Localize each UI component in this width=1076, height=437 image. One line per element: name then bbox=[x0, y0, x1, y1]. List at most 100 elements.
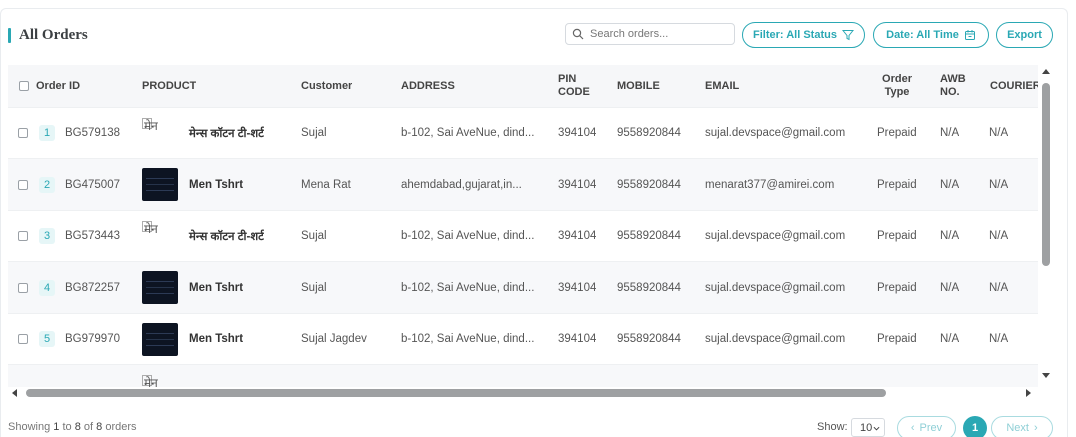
scroll-up-arrow-icon[interactable] bbox=[1042, 69, 1050, 74]
page-title: All Orders bbox=[19, 27, 88, 43]
table-row[interactable]: 1 BG579138 मेन मेन्स कॉटन टी-शर्ट Sujal … bbox=[8, 108, 1038, 159]
courier: N/A bbox=[989, 178, 1009, 191]
col-order-id[interactable]: Order ID bbox=[36, 65, 80, 107]
courier: N/A bbox=[989, 230, 1009, 242]
order-type: Prepaid bbox=[877, 230, 917, 242]
table-header-row: Order ID PRODUCT Customer ADDRESS PIN CO… bbox=[8, 65, 1038, 108]
showing-summary: Showing 1 to 8 of 8 orders bbox=[8, 421, 137, 433]
date-filter-label: Date: All Time bbox=[886, 29, 959, 41]
col-courier[interactable]: COURIER bbox=[990, 65, 1038, 107]
table-row[interactable]: 4 BG872257 Men Tshrt Sujal b-102, Sai Av… bbox=[8, 262, 1038, 314]
row-checkbox[interactable] bbox=[18, 282, 28, 293]
order-type: Prepaid bbox=[877, 178, 917, 191]
orders-table: Order ID PRODUCT Customer ADDRESS PIN CO… bbox=[8, 65, 1038, 387]
next-page-button[interactable]: Next › bbox=[991, 416, 1053, 437]
col-awb-line2: NO. bbox=[940, 86, 960, 98]
filter-status-button[interactable]: Filter: All Status bbox=[742, 22, 865, 48]
mobile: 9558920844 bbox=[617, 230, 681, 242]
address: b-102, Sai AveNue, dind... bbox=[401, 281, 535, 294]
pin-code: 394104 bbox=[558, 127, 597, 139]
row-checkbox[interactable] bbox=[18, 179, 28, 190]
order-id: BG872257 bbox=[65, 281, 120, 294]
order-type: Prepaid bbox=[877, 333, 917, 345]
col-mobile[interactable]: MOBILE bbox=[617, 65, 660, 107]
export-button[interactable]: Export bbox=[996, 22, 1053, 48]
col-pin-code-line1: PIN bbox=[558, 73, 577, 85]
next-page-label: Next bbox=[1006, 422, 1029, 434]
date-filter-button[interactable]: Date: All Time bbox=[873, 22, 989, 48]
customer-name: Sujal bbox=[301, 281, 327, 294]
customer-name: Sujal bbox=[301, 230, 327, 242]
col-awb[interactable]: AWB NO. bbox=[940, 65, 966, 107]
order-id: BG475007 bbox=[65, 178, 120, 191]
row-checkbox[interactable] bbox=[18, 334, 28, 344]
email: sujal.devspace@gmail.com bbox=[705, 127, 846, 139]
page-size-value: 10 bbox=[860, 421, 873, 434]
export-label: Export bbox=[1007, 29, 1042, 41]
mobile: 9558920844 bbox=[617, 333, 681, 345]
address: ahemdabad,gujarat,in... bbox=[401, 178, 522, 191]
calendar-icon bbox=[964, 30, 975, 40]
order-type: Prepaid bbox=[877, 127, 917, 139]
select-all-checkbox[interactable] bbox=[19, 81, 29, 91]
vertical-scrollbar[interactable] bbox=[1040, 67, 1052, 385]
address: b-102, Sai AveNue, dind... bbox=[401, 127, 535, 139]
customer-name: Sujal bbox=[301, 127, 327, 139]
product-name: Men Tshrt bbox=[189, 281, 244, 294]
order-id: BG579138 bbox=[65, 127, 120, 139]
vertical-scroll-thumb[interactable] bbox=[1042, 83, 1050, 266]
table-row[interactable]: 2 BG475007 Men Tshrt Mena Rat ahemdabad,… bbox=[8, 159, 1038, 211]
product-name: मेन्स कॉटन टी-शर्ट bbox=[189, 127, 264, 140]
col-customer[interactable]: Customer bbox=[301, 65, 352, 107]
prev-page-button[interactable]: ‹ Prev bbox=[897, 416, 956, 437]
current-page-button[interactable]: 1 bbox=[963, 416, 987, 437]
col-order-type[interactable]: Order Type bbox=[878, 65, 916, 107]
product-image: मेन bbox=[142, 221, 178, 254]
awb-number: N/A bbox=[940, 230, 960, 242]
filter-icon bbox=[841, 30, 854, 41]
search-box[interactable] bbox=[565, 23, 735, 45]
chevron-down-icon bbox=[873, 426, 880, 431]
page-title-wrap: All Orders bbox=[8, 27, 88, 44]
row-checkbox[interactable] bbox=[18, 231, 28, 241]
page-size-select[interactable]: 10 bbox=[851, 418, 885, 437]
awb-number: N/A bbox=[940, 333, 960, 345]
horizontal-scrollbar[interactable] bbox=[8, 386, 1038, 400]
order-id: BG979970 bbox=[65, 333, 120, 345]
select-all-cell[interactable] bbox=[19, 65, 29, 107]
scroll-left-arrow-icon[interactable] bbox=[12, 389, 17, 397]
search-input[interactable] bbox=[590, 28, 730, 40]
col-email[interactable]: EMAIL bbox=[705, 65, 739, 107]
scroll-down-arrow-icon[interactable] bbox=[1042, 373, 1050, 378]
table-row[interactable]: 3 BG573443 मेन मेन्स कॉटन टी-शर्ट Sujal … bbox=[8, 211, 1038, 262]
scroll-right-arrow-icon[interactable] bbox=[1026, 389, 1031, 397]
col-address[interactable]: ADDRESS bbox=[401, 65, 455, 107]
address: b-102, Sai AveNue, dind... bbox=[401, 333, 535, 345]
customer-name: Sujal Jagdev bbox=[301, 333, 367, 345]
product-name: Men Tshrt bbox=[189, 178, 244, 191]
title-accent-bar bbox=[8, 28, 11, 43]
col-order-type-line1: Order bbox=[882, 73, 912, 85]
row-checkbox[interactable] bbox=[18, 128, 28, 138]
product-image bbox=[142, 271, 178, 304]
col-product[interactable]: PRODUCT bbox=[142, 65, 196, 107]
email: sujal.devspace@gmail.com bbox=[705, 281, 846, 294]
product-name: Men Tshrt bbox=[189, 333, 244, 345]
chevron-right-icon: › bbox=[1033, 422, 1038, 434]
email: sujal.devspace@gmail.com bbox=[705, 333, 846, 345]
table-row[interactable]: मेन bbox=[8, 365, 1038, 387]
pin-code: 394104 bbox=[558, 178, 597, 191]
showing-prefix: Showing bbox=[8, 421, 51, 433]
product-image bbox=[142, 322, 178, 356]
mobile: 9558920844 bbox=[617, 178, 681, 191]
awb-number: N/A bbox=[940, 281, 960, 294]
product-image-alt: मेन bbox=[144, 222, 158, 236]
col-pin-code[interactable]: PIN CODE bbox=[558, 65, 590, 107]
col-pin-code-line2: CODE bbox=[558, 86, 590, 98]
address: b-102, Sai AveNue, dind... bbox=[401, 230, 535, 242]
table-row[interactable]: 5 BG979970 Men Tshrt Sujal Jagdev b-102,… bbox=[8, 314, 1038, 365]
horizontal-scroll-thumb[interactable] bbox=[26, 389, 886, 397]
search-icon bbox=[572, 28, 584, 40]
prev-page-label: Prev bbox=[919, 422, 943, 434]
courier: N/A bbox=[989, 333, 1009, 345]
